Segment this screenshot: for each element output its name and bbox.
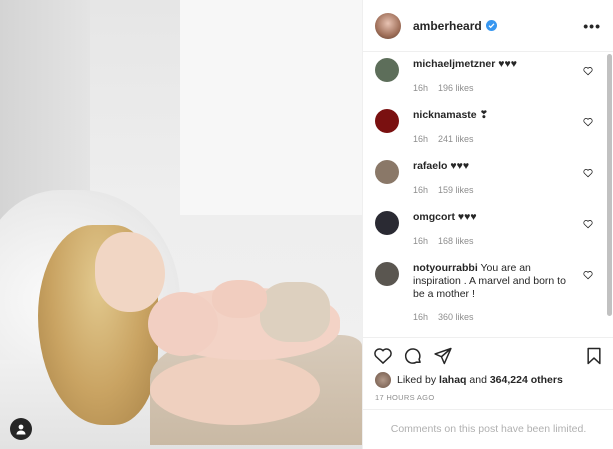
liked-others-count[interactable]: 364,224 others <box>490 374 563 386</box>
comment-body: ❣ <box>479 109 489 121</box>
comment-text: rafaelo ♥♥♥ <box>413 160 578 173</box>
heart-icon[interactable] <box>583 270 593 280</box>
heart-icon[interactable] <box>583 219 593 229</box>
comment-likes[interactable]: 360 likes <box>438 312 474 322</box>
comment-meta: 16h 159 likes <box>413 185 484 195</box>
photo-baby-onesie <box>260 282 330 342</box>
commenter-avatar[interactable] <box>375 262 399 286</box>
verified-badge-icon <box>485 20 497 31</box>
comment-likes[interactable]: 196 likes <box>438 83 474 93</box>
commenter-username[interactable]: michaeljmetzner <box>413 58 495 70</box>
heart-icon[interactable] <box>583 66 593 76</box>
comments-limited-notice: Comments on this post have been limited. <box>363 409 613 449</box>
comments-scrollbar[interactable] <box>607 54 612 316</box>
photo-baby-head <box>148 292 218 356</box>
comment-time[interactable]: 16h <box>413 185 428 195</box>
comment-text: omgcort ♥♥♥ <box>413 211 578 224</box>
commenter-username[interactable]: nicknamaste <box>413 109 477 121</box>
comment-time[interactable]: 16h <box>413 83 428 93</box>
bookmark-icon[interactable] <box>584 346 604 366</box>
commenter-avatar[interactable] <box>375 211 399 235</box>
user-tag-icon[interactable] <box>10 418 32 440</box>
comment-meta: 16h 196 likes <box>413 83 484 93</box>
commenter-username[interactable]: notyourrabbi <box>413 262 478 274</box>
action-bar <box>363 337 613 373</box>
comment-meta: 16h 168 likes <box>413 236 484 246</box>
liked-by-prefix: Liked by <box>397 374 437 386</box>
share-icon[interactable] <box>433 346 453 366</box>
comment-list: michaeljmetzner ♥♥♥ 16h 196 likes nicknam… <box>363 52 608 337</box>
photo-window-light <box>180 0 362 215</box>
liker-avatar[interactable] <box>375 372 391 388</box>
comment-icon[interactable] <box>403 346 423 366</box>
comment-time[interactable]: 16h <box>413 312 428 322</box>
comment-time[interactable]: 16h <box>413 236 428 246</box>
post-header: amberheard ••• <box>363 0 613 52</box>
comment-time[interactable]: 16h <box>413 134 428 144</box>
likes-summary: Liked by lahaq and 364,224 others <box>375 372 563 388</box>
photo-hand <box>212 280 267 318</box>
comment-text: michaeljmetzner ♥♥♥ <box>413 58 578 71</box>
more-options-icon[interactable]: ••• <box>583 18 601 34</box>
post-photo[interactable] <box>0 0 362 449</box>
comment-text: notyourrabbi You are an inspiration . A … <box>413 262 578 301</box>
comment-body: ♥♥♥ <box>498 58 517 70</box>
post-side-panel: amberheard ••• michaeljmetzner ♥♥♥ 16h 19… <box>362 0 613 449</box>
liked-and: and <box>469 374 487 386</box>
commenter-avatar[interactable] <box>375 58 399 82</box>
heart-icon[interactable] <box>583 117 593 127</box>
commenter-username[interactable]: rafaelo <box>413 160 447 172</box>
commenter-avatar[interactable] <box>375 109 399 133</box>
post-timestamp[interactable]: 17 HOURS AGO <box>375 393 434 402</box>
comment-body: ♥♥♥ <box>450 160 470 172</box>
comment-likes[interactable]: 168 likes <box>438 236 474 246</box>
comment-text: nicknamaste ❣ <box>413 109 578 122</box>
comment-likes[interactable]: 159 likes <box>438 185 474 195</box>
author-avatar[interactable] <box>375 12 401 39</box>
comment-body: ♥♥♥ <box>457 211 477 223</box>
comment-meta: 16h 360 likes <box>413 312 484 322</box>
heart-icon[interactable] <box>373 346 393 366</box>
liked-by-user[interactable]: lahaq <box>439 374 466 386</box>
commenter-avatar[interactable] <box>375 160 399 184</box>
commenter-username[interactable]: omgcort <box>413 211 455 223</box>
comment-meta: 16h 241 likes <box>413 134 484 144</box>
author-username[interactable]: amberheard <box>413 19 482 33</box>
photo-arm <box>150 355 320 425</box>
photo-face <box>95 232 165 312</box>
heart-icon[interactable] <box>583 168 593 178</box>
comment-likes[interactable]: 241 likes <box>438 134 474 144</box>
